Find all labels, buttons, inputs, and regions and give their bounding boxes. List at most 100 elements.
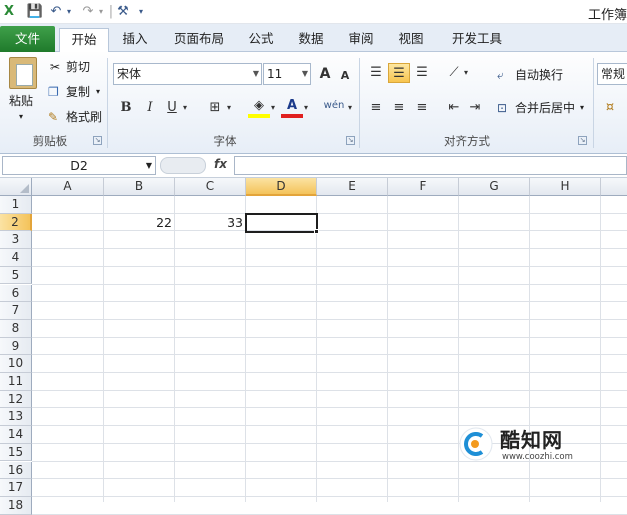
- save-icon[interactable]: 💾: [26, 3, 44, 20]
- column-header-c[interactable]: C: [175, 178, 246, 196]
- chevron-down-icon[interactable]: ▼: [253, 64, 259, 84]
- redo-icon[interactable]: ↷: [80, 3, 96, 20]
- font-color-button[interactable]: A: [281, 96, 303, 118]
- font-name-combo[interactable]: 宋体 ▼: [113, 63, 262, 85]
- column-header-g[interactable]: G: [459, 178, 530, 196]
- wrap-text-button[interactable]: 自动换行: [515, 66, 563, 84]
- tab-insert[interactable]: 插入: [113, 28, 157, 52]
- fill-handle[interactable]: [314, 229, 319, 234]
- chevron-down-icon[interactable]: ▼: [146, 157, 152, 174]
- align-top-icon[interactable]: ☰: [365, 63, 387, 83]
- format-painter-icon[interactable]: ✎: [48, 108, 58, 126]
- column-header-i[interactable]: [601, 178, 627, 196]
- column-header-d[interactable]: D: [246, 178, 317, 196]
- insert-function-button[interactable]: fx: [214, 157, 227, 171]
- phonetic-guide-button[interactable]: wén: [321, 96, 347, 116]
- paste-icon[interactable]: [9, 57, 37, 89]
- tab-data[interactable]: 数据: [289, 28, 333, 52]
- paste-dropdown-icon[interactable]: ▾: [19, 108, 23, 126]
- row-header-6[interactable]: 6: [0, 284, 32, 303]
- copy-icon[interactable]: ❐: [48, 83, 59, 101]
- cut-button[interactable]: 剪切: [66, 58, 90, 76]
- italic-button[interactable]: I: [139, 98, 161, 118]
- formula-input[interactable]: [234, 156, 627, 175]
- gridline-row: [32, 495, 627, 497]
- row-header-5[interactable]: 5: [0, 266, 32, 285]
- cell-b2[interactable]: 22: [104, 214, 175, 231]
- align-bottom-icon[interactable]: ☰: [411, 63, 433, 83]
- row-header-11[interactable]: 11: [0, 373, 32, 391]
- font-launcher-icon[interactable]: ↘: [346, 136, 355, 145]
- alignment-launcher-icon[interactable]: ↘: [578, 136, 587, 145]
- borders-icon[interactable]: ⊞: [204, 98, 226, 118]
- underline-dropdown-icon[interactable]: ▾: [180, 98, 190, 118]
- tab-view[interactable]: 视图: [389, 28, 433, 52]
- row-header-18[interactable]: 18: [0, 496, 32, 515]
- copy-dropdown-icon[interactable]: ▾: [96, 83, 100, 101]
- row-header-1[interactable]: 1: [0, 196, 32, 214]
- align-middle-icon[interactable]: ☰: [388, 63, 410, 83]
- tab-page-layout[interactable]: 页面布局: [163, 28, 235, 52]
- row-header-12[interactable]: 12: [0, 390, 32, 409]
- row-header-10[interactable]: 10: [0, 355, 32, 373]
- merge-dropdown-icon[interactable]: ▾: [580, 99, 584, 117]
- grow-font-button[interactable]: A: [314, 64, 336, 84]
- cut-icon[interactable]: ✂: [50, 58, 60, 76]
- row-header-7[interactable]: 7: [0, 302, 32, 320]
- wrap-text-icon[interactable]: ⤶: [497, 66, 504, 84]
- column-header-h[interactable]: H: [530, 178, 601, 196]
- align-right-icon[interactable]: ≡: [411, 98, 433, 118]
- row-header-15[interactable]: 15: [0, 443, 32, 462]
- row-header-3[interactable]: 3: [0, 231, 32, 250]
- phonetic-dropdown-icon[interactable]: ▾: [345, 98, 355, 118]
- font-size-combo[interactable]: 11 ▼: [263, 63, 311, 85]
- undo-icon[interactable]: ↶: [48, 3, 64, 20]
- increase-indent-icon[interactable]: ⇥: [464, 98, 486, 118]
- active-cell-d2[interactable]: [245, 213, 318, 233]
- column-header-a[interactable]: A: [32, 178, 104, 196]
- undo-dropdown-icon[interactable]: ▾: [64, 3, 74, 20]
- fill-color-icon[interactable]: ◈: [248, 96, 270, 118]
- fill-color-dropdown-icon[interactable]: ▾: [268, 98, 278, 118]
- tools-icon[interactable]: ⚒: [114, 3, 132, 20]
- row-header-2[interactable]: 2: [0, 213, 32, 232]
- align-center-icon[interactable]: ≡: [388, 98, 410, 118]
- row-header-16[interactable]: 16: [0, 461, 32, 480]
- tab-review[interactable]: 审阅: [339, 28, 383, 52]
- column-header-b[interactable]: B: [104, 178, 175, 196]
- formula-bar: D2 ▼ fx: [0, 154, 627, 178]
- tab-formulas[interactable]: 公式: [239, 28, 283, 52]
- merge-center-icon[interactable]: ⊡: [497, 99, 507, 117]
- currency-icon[interactable]: ¤: [599, 98, 621, 118]
- tab-developer[interactable]: 开发工具: [439, 28, 515, 52]
- align-left-icon[interactable]: ≡: [365, 98, 387, 118]
- name-box[interactable]: D2 ▼: [2, 156, 156, 175]
- cell-c2[interactable]: 33: [175, 214, 246, 231]
- row-header-14[interactable]: 14: [0, 426, 32, 444]
- customize-qat-icon[interactable]: ▾: [136, 3, 146, 20]
- bold-button[interactable]: B: [115, 98, 137, 118]
- column-header-f[interactable]: F: [388, 178, 459, 196]
- tab-home[interactable]: 开始: [59, 28, 109, 53]
- row-header-13[interactable]: 13: [0, 408, 32, 427]
- orientation-dropdown-icon[interactable]: ▾: [461, 63, 471, 83]
- merge-center-button[interactable]: 合并后居中: [515, 99, 575, 117]
- copy-button[interactable]: 复制: [66, 83, 90, 101]
- row-header-8[interactable]: 8: [0, 319, 32, 338]
- redo-dropdown-icon[interactable]: ▾: [96, 3, 106, 20]
- font-color-dropdown-icon[interactable]: ▾: [301, 98, 311, 118]
- borders-dropdown-icon[interactable]: ▾: [224, 98, 234, 118]
- format-painter-button[interactable]: 格式刷: [66, 108, 102, 126]
- formula-bar-splitter[interactable]: [160, 157, 206, 174]
- row-header-9[interactable]: 9: [0, 337, 32, 356]
- row-header-4[interactable]: 4: [0, 249, 32, 267]
- column-header-e[interactable]: E: [317, 178, 388, 196]
- tab-file[interactable]: 文件: [0, 26, 55, 52]
- shrink-font-button[interactable]: A: [334, 66, 356, 86]
- clipboard-launcher-icon[interactable]: ↘: [93, 136, 102, 145]
- chevron-down-icon[interactable]: ▼: [302, 64, 308, 84]
- select-all-button[interactable]: [0, 178, 32, 196]
- decrease-indent-icon[interactable]: ⇤: [443, 98, 465, 118]
- row-header-17[interactable]: 17: [0, 479, 32, 497]
- number-format-combo[interactable]: 常规: [597, 63, 627, 85]
